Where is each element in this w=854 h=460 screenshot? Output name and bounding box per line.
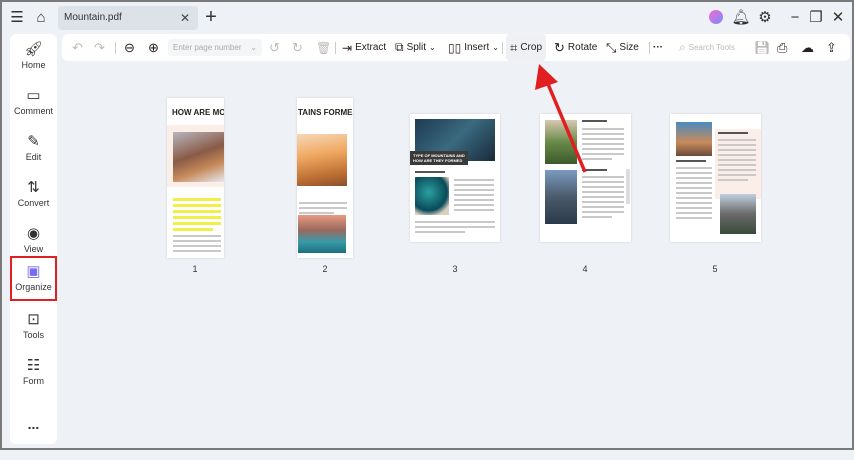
- red-arrow-annotation: [535, 64, 587, 173]
